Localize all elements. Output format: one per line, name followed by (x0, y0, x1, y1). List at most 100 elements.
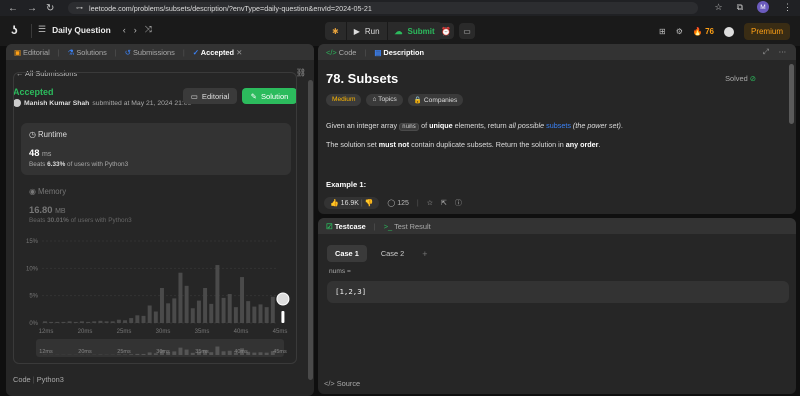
favorite-star-icon[interactable]: ☆ (427, 199, 433, 207)
range-selector-bar (258, 352, 263, 355)
distribution-bar[interactable] (184, 285, 189, 323)
maximize-icon[interactable]: ⤢ (763, 47, 769, 57)
distribution-bar[interactable] (221, 297, 226, 323)
distribution-bar[interactable] (209, 303, 214, 323)
tab-description[interactable]: ▤ Description (374, 48, 424, 57)
settings-gear-icon[interactable]: ⚙ (676, 27, 683, 36)
runtime-distribution-chart[interactable]: 15%10%5%0%12ms 20ms 25ms 30ms 35ms 40ms 45ms12… (14, 233, 298, 363)
shuffle-icon[interactable]: ⤨ (145, 24, 152, 35)
topics-tag[interactable]: ⌂ Topics (366, 94, 403, 106)
comments-button[interactable]: ◯ 125 (387, 199, 408, 207)
notes-icon[interactable]: ▭ (459, 23, 475, 39)
streak-counter[interactable]: 🔥 76 (693, 27, 714, 36)
source-button[interactable]: </> Source (324, 379, 360, 388)
distribution-bar[interactable] (129, 318, 134, 323)
tab-code[interactable]: </> Code (326, 48, 356, 57)
add-case-icon[interactable]: + (422, 249, 427, 259)
share-link-icon[interactable]: ⛓ (296, 68, 306, 77)
reload-icon[interactable]: ↻ (46, 3, 54, 14)
distribution-bar[interactable] (160, 288, 164, 323)
browser-menu-icon[interactable]: ⋮ (783, 2, 792, 13)
tab-accepted[interactable]: ✓ Accepted ✕ (193, 48, 243, 57)
distribution-bar[interactable] (147, 305, 152, 323)
distribution-bar[interactable] (258, 304, 263, 323)
address-bar[interactable]: ⊶ leetcode.com/problems/subsets/descript… (68, 2, 698, 14)
debug-button[interactable]: ✱ (325, 22, 346, 40)
distribution-bar[interactable] (153, 311, 158, 323)
distribution-bar[interactable] (55, 321, 60, 323)
profile-avatar[interactable]: M (757, 1, 769, 13)
thumbs-down-icon[interactable]: 👎 (365, 200, 374, 207)
like-button[interactable]: 👍 16.9K | 👎 (324, 197, 380, 209)
distribution-bar[interactable] (49, 321, 54, 323)
tab-solutions[interactable]: ⚗ Solutions (68, 48, 107, 57)
share-icon[interactable]: ⇱ (441, 199, 447, 207)
distribution-bar[interactable] (196, 300, 201, 323)
tab-testcase[interactable]: ☑ Testcase (326, 222, 366, 231)
layout-icon[interactable]: ⊞ (659, 27, 666, 36)
problem-list-title[interactable]: Daily Question (52, 25, 111, 35)
user-avatar[interactable] (723, 26, 734, 37)
distribution-bar[interactable] (172, 298, 177, 323)
tab-label: Description (383, 47, 425, 57)
submit-button[interactable]: ☁ Submit (387, 22, 442, 40)
distribution-bar[interactable] (135, 315, 140, 323)
tab-editorial[interactable]: ▣ Editorial (14, 48, 50, 57)
distribution-bar[interactable] (166, 303, 171, 323)
distribution-bar[interactable] (123, 320, 128, 323)
distribution-bar[interactable] (61, 321, 66, 323)
forward-icon[interactable]: → (27, 3, 37, 14)
current-submission-bar[interactable] (281, 311, 285, 323)
distribution-bar[interactable] (79, 321, 84, 323)
memory-header[interactable]: ◉ Memory (29, 187, 66, 196)
distribution-bar[interactable] (240, 277, 245, 323)
site-info-icon[interactable]: ⊶ (76, 4, 83, 12)
streak-count: 76 (705, 27, 714, 36)
case-1-tab[interactable]: Case 1 (327, 245, 367, 262)
leetcode-logo-icon[interactable]: ʖ (11, 23, 23, 37)
range-selector-bar (264, 352, 269, 355)
runtime-card[interactable]: ◷ Runtime 48 ms Beats 6.33% of users wit… (21, 123, 291, 175)
prev-problem-icon[interactable]: ‹ (123, 25, 126, 35)
distribution-bar[interactable] (215, 265, 220, 323)
distribution-bar[interactable] (227, 294, 232, 323)
run-button[interactable]: ▶ Run (346, 22, 387, 40)
bookmark-star-icon[interactable]: ☆ (714, 2, 722, 13)
left-scrollbar[interactable] (308, 80, 313, 380)
companies-tag[interactable]: 🔒 Companies (407, 94, 464, 106)
distribution-bar[interactable] (116, 319, 121, 323)
distribution-bar[interactable] (141, 315, 146, 323)
timer-icon[interactable]: ⏰ (438, 23, 454, 39)
case-2-tab[interactable]: Case 2 (373, 245, 412, 262)
distribution-bar[interactable] (264, 307, 269, 323)
distribution-bar[interactable] (110, 321, 115, 323)
distribution-bar[interactable] (86, 321, 91, 323)
subsets-link[interactable]: subsets (546, 121, 571, 130)
distribution-bar[interactable] (43, 321, 47, 323)
back-icon[interactable]: ← (8, 3, 18, 14)
distribution-bar[interactable] (270, 296, 275, 323)
distribution-bar[interactable] (67, 321, 72, 323)
distribution-bar[interactable] (92, 321, 97, 323)
beats-percent: 30.01% (47, 217, 69, 224)
distribution-bar[interactable] (178, 272, 183, 323)
distribution-bar[interactable] (203, 288, 208, 323)
description-scrollbar[interactable] (789, 64, 794, 124)
premium-button[interactable]: Premium (743, 23, 790, 40)
distribution-bar[interactable] (233, 307, 238, 323)
distribution-bar[interactable] (98, 320, 103, 323)
distribution-bar[interactable] (190, 308, 195, 323)
nums-input[interactable]: [1,2,3] (327, 281, 789, 303)
more-icon[interactable]: ⋯ (779, 47, 786, 57)
tab-test-result[interactable]: >_ Test Result (384, 222, 431, 231)
close-tab-icon[interactable]: ✕ (236, 48, 242, 57)
distribution-bar[interactable] (104, 321, 109, 323)
distribution-bar[interactable] (252, 306, 257, 323)
extensions-icon[interactable]: ⧉ (737, 2, 743, 13)
help-icon[interactable]: ⓘ (455, 198, 462, 208)
problem-list-icon[interactable]: ☰ (38, 24, 46, 35)
next-problem-icon[interactable]: › (134, 25, 137, 35)
tab-submissions[interactable]: ↺ Submissions (125, 48, 175, 57)
distribution-bar[interactable] (246, 301, 251, 323)
distribution-bar[interactable] (73, 321, 78, 323)
